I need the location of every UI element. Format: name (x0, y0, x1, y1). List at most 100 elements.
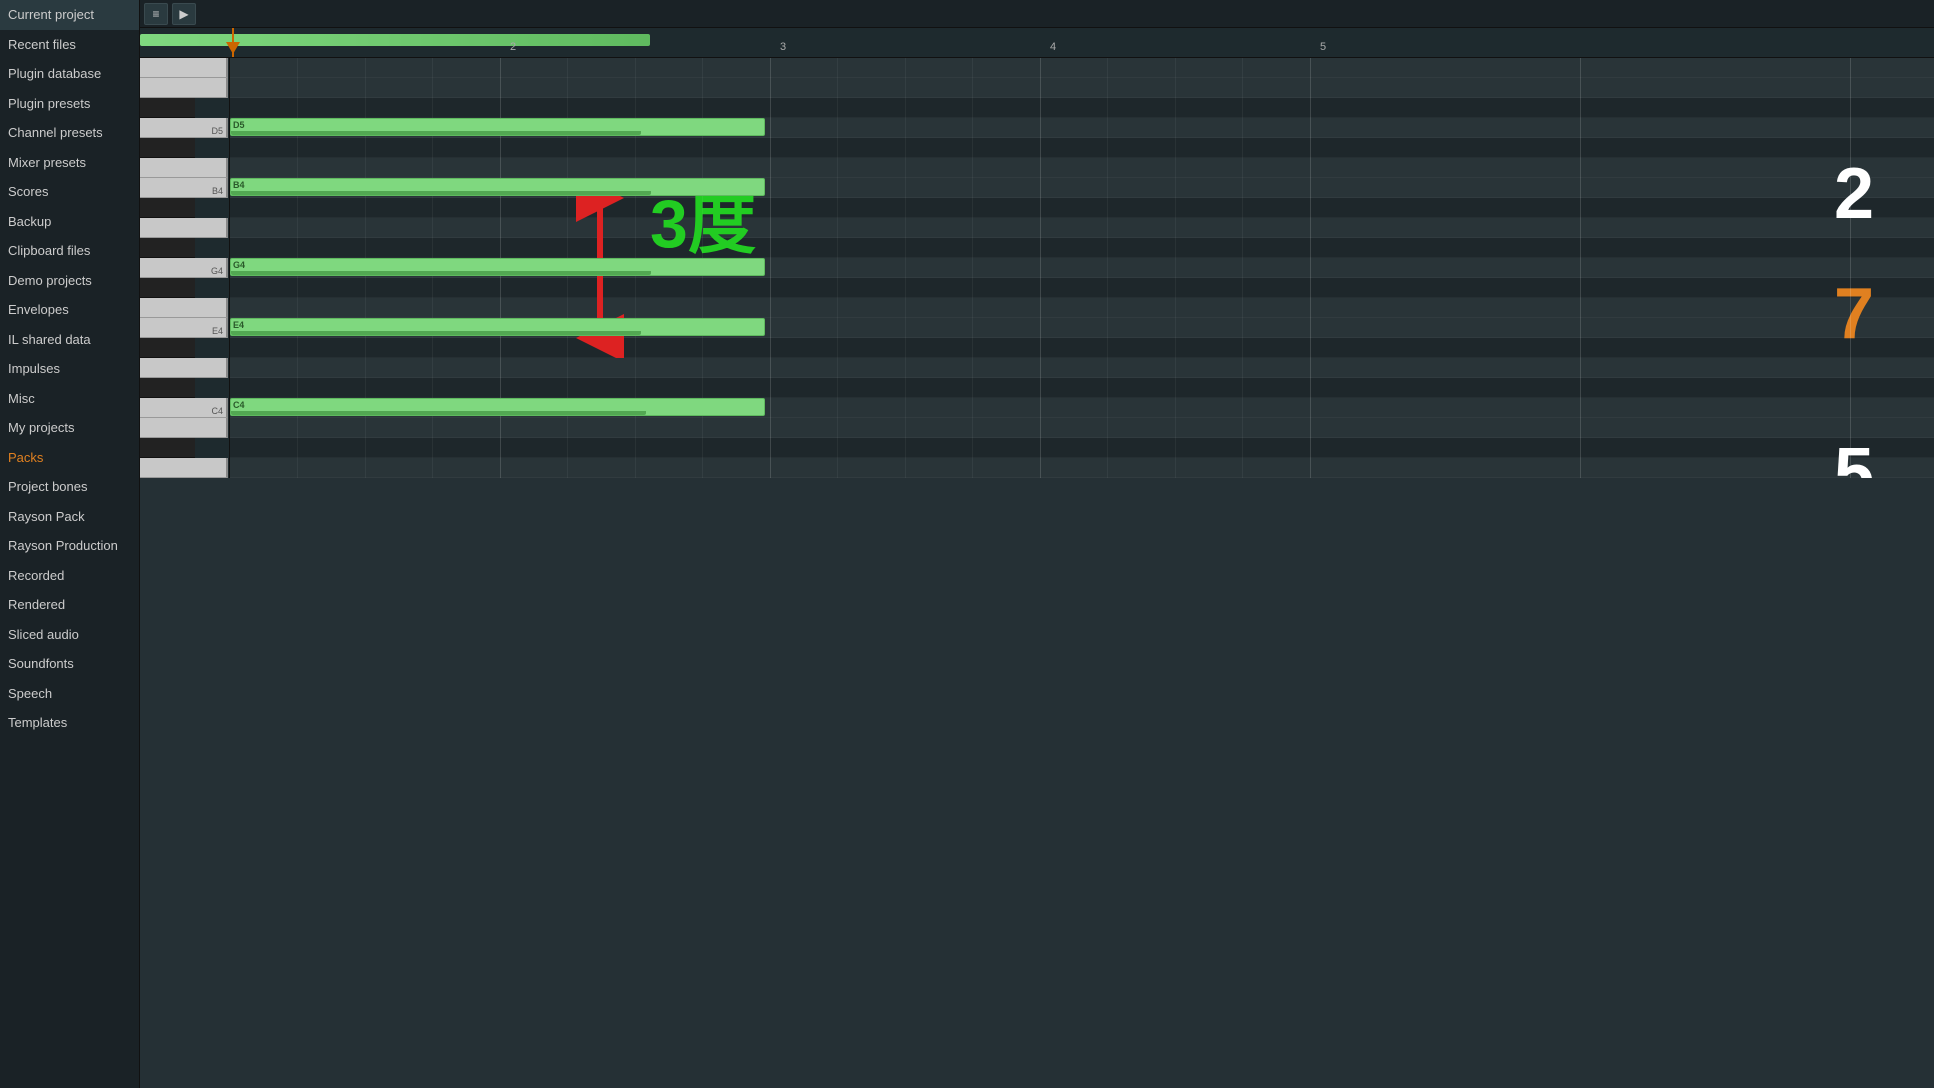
sidebar-item-backup[interactable]: Backup (0, 207, 139, 237)
grid-row-ab4 (230, 238, 1934, 258)
midi-note-e4[interactable]: E4 (230, 318, 765, 336)
timeline-marker-3: 3 (780, 41, 786, 53)
vertical-sub-line (837, 58, 838, 478)
note-velocity-bar (231, 331, 641, 335)
sidebar-item-recent-files[interactable]: Recent files (0, 30, 139, 60)
grid-row-e5 (230, 78, 1934, 98)
sidebar-item-clipboard-files[interactable]: Clipboard files (0, 236, 139, 266)
toolbar-btn-1[interactable]: ≡ (144, 3, 168, 25)
midi-note-g4[interactable]: G4 (230, 258, 765, 276)
piano-key-f4[interactable] (140, 298, 228, 318)
timeline-progress-bar (140, 34, 650, 46)
sidebar-item-misc[interactable]: Misc (0, 384, 139, 414)
timeline-marker-4: 4 (1050, 41, 1056, 53)
grid-row-f4 (230, 298, 1934, 318)
sidebar-item-impulses[interactable]: Impulses (0, 354, 139, 384)
piano-key-g4[interactable]: G4 (140, 258, 228, 278)
sidebar-item-scores[interactable]: Scores (0, 177, 139, 207)
note-label-b4: B4 (233, 180, 245, 190)
vertical-sub-line (1175, 58, 1176, 478)
piano-key-eb4[interactable] (140, 338, 195, 358)
toolbar-btn-2[interactable]: ▶ (172, 3, 196, 25)
piano-key-d4[interactable] (140, 358, 228, 378)
sidebar-item-plugin-presets[interactable]: Plugin presets (0, 89, 139, 119)
piano-key-e5[interactable] (140, 78, 228, 98)
piano-key-bb3[interactable] (140, 438, 195, 458)
grid-row-f5 (230, 58, 1934, 78)
grid-row-b3 (230, 418, 1934, 438)
sidebar-item-soundfonts[interactable]: Soundfonts (0, 649, 139, 679)
grid-row-eb5 (230, 98, 1934, 118)
sidebar-item-project-bones[interactable]: Project bones (0, 472, 139, 502)
sidebar-item-templates[interactable]: Templates (0, 708, 139, 738)
piano-key-eb5[interactable] (140, 98, 195, 118)
sidebar-item-speech[interactable]: Speech (0, 679, 139, 709)
sidebar-item-current-project[interactable]: Current project (0, 0, 139, 30)
piano-keys: D5 B4 G4 E4 C4 (140, 58, 230, 478)
main-area: ≡ ▶ 2 3 4 5 D5 B4 G4 E4 C4 D5 B4 G4 E4 C4 (140, 0, 1934, 1088)
piano-key-gb4[interactable] (140, 278, 195, 298)
sidebar-item-demo-projects[interactable]: Demo projects (0, 266, 139, 296)
piano-key-a4[interactable] (140, 218, 228, 238)
vertical-sub-line (1107, 58, 1108, 478)
sidebar-item-recorded[interactable]: Recorded (0, 561, 139, 591)
grid-row-d4 (230, 358, 1934, 378)
note-label-c4: C4 (233, 400, 245, 410)
vertical-sub-line (905, 58, 906, 478)
grid-area[interactable]: D5B4G4E4C4 3度 (230, 58, 1934, 478)
grid-row-gb4 (230, 278, 1934, 298)
top-toolbar: ≡ ▶ (140, 0, 1934, 28)
note-label-g4: G4 (233, 260, 245, 270)
note-velocity-bar (231, 411, 646, 415)
piano-key-b3[interactable] (140, 418, 228, 438)
grid-row-bb4 (230, 198, 1934, 218)
grid-row-bb3 (230, 438, 1934, 458)
playhead-line (232, 28, 234, 57)
piano-key-db4[interactable] (140, 378, 195, 398)
vertical-sub-line (1242, 58, 1243, 478)
note-velocity-bar (231, 191, 651, 195)
piano-key-a3[interactable] (140, 458, 228, 478)
sidebar-item-my-projects[interactable]: My projects (0, 413, 139, 443)
midi-note-d5[interactable]: D5 (230, 118, 765, 136)
grid-row-c5 (230, 158, 1934, 178)
piano-roll-area: D5 B4 G4 E4 C4 D5 B4 G4 E4 C4 (140, 58, 1934, 1088)
midi-note-c4[interactable]: C4 (230, 398, 765, 416)
piano-key-c5[interactable] (140, 158, 228, 178)
note-label-d5: D5 (233, 120, 245, 130)
timeline-marker-5: 5 (1320, 41, 1326, 53)
sidebar-item-mixer-presets[interactable]: Mixer presets (0, 148, 139, 178)
piano-key-f5[interactable] (140, 58, 228, 78)
sidebar-item-sliced-audio[interactable]: Sliced audio (0, 620, 139, 650)
grid-row-a4 (230, 218, 1934, 238)
timeline-marker-2: 2 (510, 41, 516, 53)
sidebar-item-rayson-pack[interactable]: Rayson Pack (0, 502, 139, 532)
piano-key-c4[interactable]: C4 (140, 398, 228, 418)
grid-row-db4 (230, 378, 1934, 398)
vertical-beat-line (1040, 58, 1041, 478)
sidebar-item-plugin-database[interactable]: Plugin database (0, 59, 139, 89)
vertical-sub-line (972, 58, 973, 478)
vertical-beat-line (1580, 58, 1581, 478)
note-velocity-bar (231, 131, 641, 135)
piano-key-e4[interactable]: E4 (140, 318, 228, 338)
sidebar-item-rendered[interactable]: Rendered (0, 590, 139, 620)
vertical-beat-line (1850, 58, 1851, 478)
midi-note-b4[interactable]: B4 (230, 178, 765, 196)
grid-row-db5 (230, 138, 1934, 158)
sidebar-item-packs[interactable]: Packs (0, 443, 139, 473)
piano-key-b4[interactable]: B4 (140, 178, 228, 198)
note-label-e4: E4 (233, 320, 244, 330)
sidebar-item-rayson-production[interactable]: Rayson Production (0, 531, 139, 561)
sidebar-item-envelopes[interactable]: Envelopes (0, 295, 139, 325)
piano-key-ab4[interactable] (140, 238, 195, 258)
vertical-beat-line (770, 58, 771, 478)
sidebar-item-il-shared-data[interactable]: IL shared data (0, 325, 139, 355)
playhead-arrow (226, 42, 240, 54)
piano-key-d5[interactable]: D5 (140, 118, 228, 138)
vertical-beat-line (1310, 58, 1311, 478)
piano-key-db5[interactable] (140, 138, 195, 158)
timeline-header: 2 3 4 5 (140, 28, 1934, 58)
piano-key-bb4[interactable] (140, 198, 195, 218)
sidebar-item-channel-presets[interactable]: Channel presets (0, 118, 139, 148)
